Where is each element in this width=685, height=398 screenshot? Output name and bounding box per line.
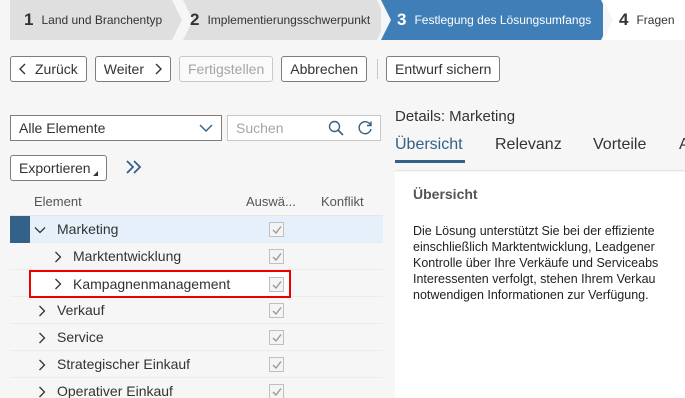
table-row[interactable]: Operativer Einkauf — [10, 378, 383, 398]
row-checkbox[interactable] — [269, 330, 284, 345]
toolbar-separator — [376, 59, 378, 79]
text-line: Die Lösung unterstützt Sie bei der effiz… — [413, 224, 655, 238]
step-number: 4 — [619, 10, 629, 29]
next-button-label: Weiter — [103, 61, 144, 77]
highlight-box: Kampagnenmanagement — [29, 270, 291, 298]
search-icon[interactable] — [328, 120, 344, 139]
details-title: Details: Marketing — [395, 108, 516, 125]
search-placeholder: Suchen — [236, 120, 284, 136]
chevron-down-icon[interactable] — [34, 223, 46, 239]
column-header-selected[interactable]: Auswä... — [246, 194, 296, 209]
row-label: Operativer Einkauf — [57, 383, 173, 398]
search-input[interactable]: Suchen — [227, 115, 381, 141]
row-label: Strategischer Einkauf — [57, 356, 191, 372]
row-selection-marker — [10, 216, 30, 243]
export-button-label: Exportieren — [19, 160, 91, 176]
text-line: Kontrolle über Ihre Verkäufe und Service… — [413, 256, 659, 270]
text-line: einschließlich Marktentwicklung, Leadgen… — [413, 240, 655, 254]
row-checkbox[interactable] — [269, 222, 284, 237]
chevron-right-icon[interactable] — [36, 304, 48, 320]
table-row[interactable]: Verkauf — [10, 297, 383, 324]
overview-text: Die Lösung unterstützt Sie bei der effiz… — [413, 223, 658, 303]
toolbar: Zurück Weiter Fertigstellen Abbrechen En… — [10, 56, 508, 82]
text-line: notwendigen Informationen zur Verfügung. — [413, 288, 649, 302]
overview-content: Übersicht Die Lösung unterstützt Sie bei… — [395, 172, 685, 398]
details-tabs: Übersicht Relevanz Vorteile A — [395, 136, 685, 166]
row-label: Marktentwicklung — [73, 248, 182, 264]
tab-overview[interactable]: Übersicht — [395, 136, 463, 154]
chevron-right-icon[interactable] — [52, 278, 64, 290]
filter-value: Alle Elemente — [19, 120, 106, 136]
column-header-element[interactable]: Element — [34, 194, 82, 209]
tab-more[interactable]: A — [679, 136, 685, 154]
chevron-left-icon — [19, 63, 27, 75]
step-3[interactable]: 3 Festlegung des Lösungsumfangs — [397, 0, 591, 40]
back-button[interactable]: Zurück — [10, 56, 87, 82]
row-checkbox[interactable] — [269, 277, 284, 292]
step-1[interactable]: 1 Land und Branchentyp — [24, 0, 162, 40]
chevron-right-icon[interactable] — [36, 385, 48, 398]
wizard-steps: 1 Land und Branchentyp 2 Implementierung… — [0, 0, 685, 40]
step-1-chevron — [172, 0, 182, 40]
cancel-button-label: Abbrechen — [290, 61, 358, 77]
table-row[interactable]: Marketing — [10, 216, 383, 243]
row-label: Verkauf — [57, 302, 105, 318]
details-panel: Details: Marketing Übersicht Relevanz Vo… — [395, 100, 685, 398]
chevron-right-icon[interactable] — [36, 358, 48, 374]
step-4[interactable]: 4 Fragen — [619, 0, 675, 40]
step-label: Land und Branchentyp — [41, 13, 163, 27]
text-line: Interessenten verfolgt, stehen Ihrem Ver… — [413, 272, 656, 286]
row-checkbox[interactable] — [269, 357, 284, 372]
step-label: Festlegung des Lösungsumfangs — [414, 13, 592, 27]
chevron-right-icon — [154, 63, 162, 75]
step-number: 1 — [24, 10, 34, 29]
finish-button-label: Fertigstellen — [188, 61, 265, 77]
row-checkbox[interactable] — [269, 303, 284, 318]
save-draft-button-label: Entwurf sichern — [394, 61, 492, 77]
chevron-right-icon[interactable] — [36, 331, 48, 347]
step-label: Fragen — [636, 13, 675, 27]
active-tab-indicator — [395, 160, 465, 163]
save-draft-button[interactable]: Entwurf sichern — [385, 56, 501, 82]
row-label: Service — [57, 329, 104, 345]
column-header-conflict[interactable]: Konflikt — [321, 194, 364, 209]
table-row[interactable]: Service — [10, 324, 383, 351]
export-button[interactable]: Exportieren — [10, 155, 107, 181]
step-2[interactable]: 2 Implementierungsschwerpunkt — [190, 0, 370, 40]
cancel-button[interactable]: Abbrechen — [281, 56, 367, 82]
row-label: Marketing — [57, 221, 119, 237]
step-number: 2 — [190, 10, 200, 29]
row-checkbox[interactable] — [269, 384, 284, 398]
chevron-down-icon — [199, 121, 213, 138]
section-title: Übersicht — [413, 186, 478, 202]
table-row[interactable]: Marktentwicklung — [10, 243, 383, 270]
row-label: Kampagnenmanagement — [73, 276, 231, 292]
finish-button[interactable]: Fertigstellen — [179, 56, 274, 82]
expand-all-icon[interactable] — [125, 158, 143, 181]
dropdown-corner-icon — [92, 170, 98, 176]
step-label: Implementierungsschwerpunkt — [207, 13, 371, 27]
step-number: 3 — [397, 10, 407, 29]
step-4-notch — [603, 0, 613, 40]
chevron-right-icon[interactable] — [52, 250, 64, 266]
step-3-notch — [381, 0, 391, 40]
table-header: Element Auswä... Konflikt — [10, 188, 383, 216]
element-filter-select[interactable]: Alle Elemente — [10, 115, 222, 141]
table-row[interactable]: Strategischer Einkauf — [10, 351, 383, 378]
refresh-icon[interactable] — [356, 119, 374, 140]
back-button-label: Zurück — [35, 61, 78, 77]
next-button[interactable]: Weiter — [94, 56, 171, 82]
tab-divider — [395, 170, 685, 171]
row-checkbox[interactable] — [269, 249, 284, 264]
tab-relevance[interactable]: Relevanz — [495, 136, 562, 154]
tab-benefits[interactable]: Vorteile — [593, 136, 646, 154]
